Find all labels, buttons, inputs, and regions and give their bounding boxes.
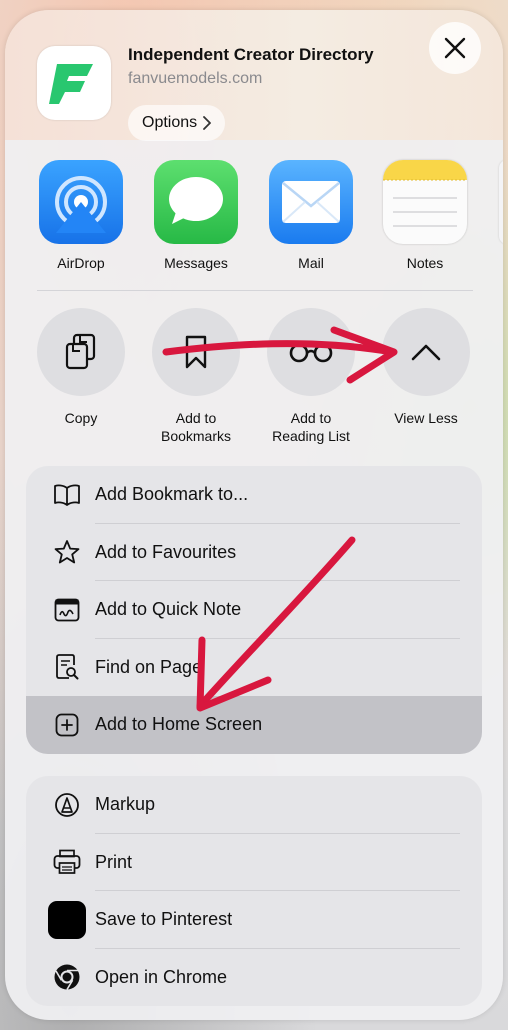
divider — [37, 290, 473, 291]
notes-icon — [383, 160, 467, 244]
quick-note-icon — [52, 595, 82, 625]
action-list-secondary: Markup Print Save to Pinterest Open in C… — [26, 776, 482, 1006]
star-icon — [52, 537, 82, 567]
close-icon — [444, 37, 466, 59]
action-add-reading-list[interactable]: Add to Reading List — [256, 308, 366, 445]
action-label: View Less — [394, 410, 458, 426]
action-copy[interactable]: Copy — [26, 308, 136, 427]
chevron-up-icon — [382, 308, 470, 396]
menu-item-open-in-chrome[interactable]: Open in Chrome — [26, 949, 482, 1007]
menu-item-save-to-pinterest[interactable]: Save to Pinterest — [26, 891, 482, 949]
menu-item-add-to-favourites[interactable]: Add to Favourites — [26, 524, 482, 581]
app-label: AirDrop — [57, 255, 105, 271]
menu-item-markup[interactable]: Markup — [26, 776, 482, 834]
book-icon — [52, 480, 82, 510]
action-label: Copy — [64, 410, 98, 426]
site-title: Independent Creator Directory — [128, 45, 374, 64]
menu-item-find-on-page[interactable]: Find on Page — [26, 639, 482, 697]
pinterest-icon — [48, 900, 86, 939]
airdrop-icon — [39, 160, 123, 244]
action-view-less[interactable]: View Less — [371, 308, 481, 427]
app-label: Notes — [406, 255, 444, 271]
next-app-edge[interactable] — [499, 160, 503, 244]
action-label: Add to Bookmarks — [160, 410, 232, 444]
menu-item-add-to-quick-note[interactable]: Add to Quick Note — [26, 581, 482, 639]
print-icon — [52, 847, 82, 877]
app-label: Mail — [298, 255, 324, 271]
close-button[interactable] — [429, 22, 481, 74]
copy-icon — [37, 308, 125, 396]
add-square-icon — [52, 710, 82, 740]
share-app-notes[interactable]: Notes — [375, 160, 475, 271]
share-app-airdrop[interactable]: AirDrop — [31, 160, 131, 271]
chrome-icon — [52, 962, 82, 992]
app-label: Messages — [164, 255, 228, 271]
site-logo-icon — [37, 46, 111, 120]
options-button[interactable]: Options — [128, 105, 226, 141]
options-label: Options — [142, 114, 198, 131]
share-app-messages[interactable]: Messages — [146, 160, 246, 271]
markup-icon — [52, 790, 82, 820]
find-on-page-icon — [52, 652, 82, 682]
glasses-icon — [267, 308, 355, 396]
action-label: Add to Reading List — [272, 410, 350, 444]
site-domain: fanvuemodels.com — [128, 70, 263, 87]
action-add-bookmarks[interactable]: Add to Bookmarks — [141, 308, 251, 445]
menu-item-add-bookmark-to[interactable]: Add Bookmark to... — [26, 466, 482, 524]
menu-item-print[interactable]: Print — [26, 834, 482, 891]
bookmark-icon — [152, 308, 240, 396]
chevron-right-icon — [203, 116, 212, 130]
share-sheet: Independent Creator Directory fanvuemode… — [5, 10, 503, 1020]
action-list-primary: Add Bookmark to... Add to Favourites Add… — [26, 466, 482, 754]
share-app-mail[interactable]: Mail — [261, 160, 361, 271]
messages-icon — [154, 160, 238, 244]
menu-item-add-to-home-screen[interactable]: Add to Home Screen — [26, 696, 482, 754]
mail-icon — [269, 160, 353, 244]
